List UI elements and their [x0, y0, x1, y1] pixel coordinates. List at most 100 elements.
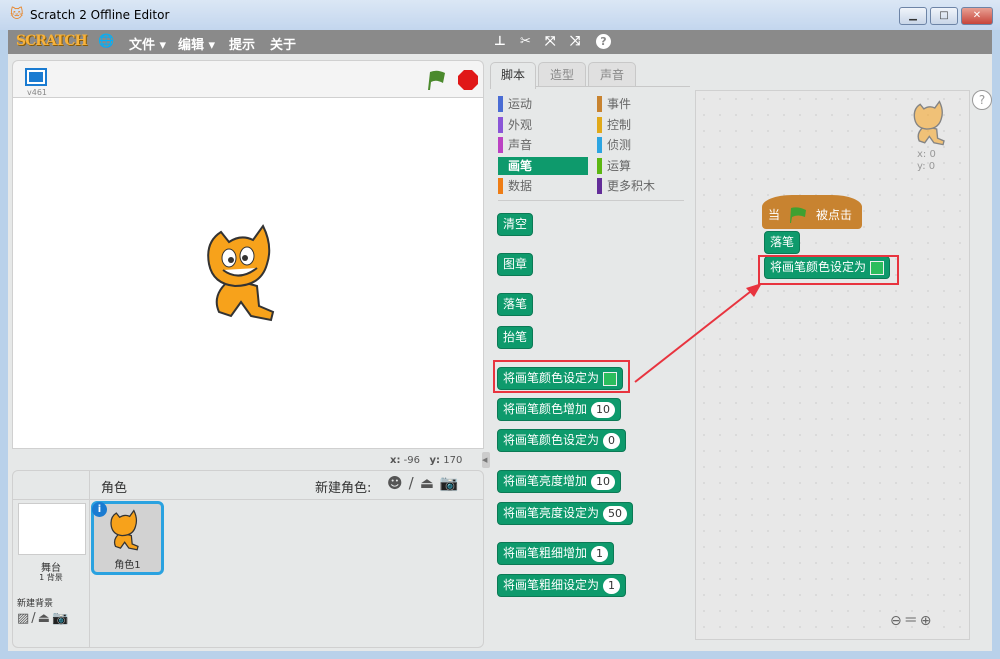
- tab-sounds[interactable]: 声音: [588, 62, 636, 88]
- palette-block[interactable]: 落笔: [497, 293, 534, 316]
- category-swatch: [597, 137, 602, 153]
- palette-block[interactable]: 将画笔粗细设定为 1: [497, 574, 627, 597]
- camera-sprite-icon[interactable]: 📷: [440, 474, 465, 492]
- script-pen-down-block[interactable]: 落笔: [764, 231, 801, 254]
- highlight-box-palette: [493, 360, 630, 393]
- menu-bar: SCRATCH 🌐 文件 ▾ 编辑 ▾ 提示 关于 ⊥ ✂ ⤧ ⤨ ?: [8, 30, 992, 54]
- green-flag-icon: [790, 207, 807, 223]
- category-swatch: [498, 157, 503, 174]
- new-sprite-icons: ☻/⏏📷: [387, 474, 465, 492]
- palette-block[interactable]: 将画笔颜色设定为 0: [497, 429, 627, 452]
- number-input[interactable]: 1: [591, 545, 609, 562]
- category-label: 控制: [607, 117, 632, 132]
- close-button[interactable]: ✕: [961, 7, 993, 25]
- window-title: Scratch 2 Offline Editor: [30, 8, 170, 22]
- number-input[interactable]: 50: [603, 505, 628, 522]
- palette-block[interactable]: 将画笔颜色增加 10: [497, 398, 622, 421]
- block-label: 落笔: [770, 235, 795, 249]
- sprite-x: x: 0: [917, 149, 936, 160]
- stage-canvas[interactable]: [12, 97, 484, 449]
- maximize-button[interactable]: □: [930, 7, 958, 25]
- category-swatch: [498, 116, 503, 133]
- palette-block[interactable]: 将画笔粗细增加 1: [497, 542, 615, 565]
- category-swatch: [498, 178, 503, 194]
- block-label: 将画笔颜色增加: [503, 402, 588, 416]
- palette-block[interactable]: 图章: [497, 253, 534, 276]
- grow-icon[interactable]: ⤧: [545, 34, 555, 49]
- category-1[interactable]: 事件: [597, 95, 687, 113]
- scratch-cat-icon: 🐱: [10, 7, 24, 22]
- paint-sprite-icon[interactable]: /: [409, 474, 420, 492]
- number-input[interactable]: 0: [603, 432, 621, 449]
- scratch-logo[interactable]: SCRATCH: [16, 33, 88, 49]
- choose-sprite-icon[interactable]: ☻: [387, 474, 409, 492]
- help-button[interactable]: ?: [972, 90, 992, 110]
- category-7[interactable]: 运算: [597, 157, 687, 175]
- green-flag-icon[interactable]: [425, 69, 447, 91]
- menu-edit[interactable]: 编辑 ▾: [178, 34, 215, 53]
- number-input[interactable]: 10: [591, 401, 616, 418]
- category-swatch: [597, 96, 602, 112]
- globe-icon[interactable]: 🌐: [98, 34, 114, 49]
- category-9[interactable]: 更多积木: [597, 177, 687, 195]
- new-sprite-label: 新建角色:: [315, 481, 372, 496]
- stop-icon[interactable]: [457, 69, 479, 91]
- mouse-coordinates: x: -96 y: 170: [390, 455, 462, 466]
- palette-block[interactable]: 将画笔亮度设定为 50: [497, 502, 634, 525]
- category-4[interactable]: 声音: [498, 136, 588, 154]
- help-icon[interactable]: ?: [596, 34, 611, 49]
- minimize-button[interactable]: ▁: [899, 7, 927, 25]
- block-label: 将画笔亮度设定为: [503, 506, 600, 520]
- block-label: 落笔: [503, 297, 528, 311]
- stage-thumbnail[interactable]: [18, 503, 86, 555]
- palette-block[interactable]: 抬笔: [497, 326, 534, 349]
- category-0[interactable]: 运动: [498, 95, 588, 113]
- category-label: 外观: [508, 117, 533, 132]
- block-label: 将画笔颜色设定为: [503, 433, 600, 447]
- x-value: -96: [403, 455, 420, 466]
- x-label: x:: [390, 455, 401, 466]
- version-label: v461: [27, 88, 48, 97]
- zoom-in-icon[interactable]: ⊕: [920, 613, 934, 629]
- zoom-out-icon[interactable]: ⊖: [890, 613, 904, 629]
- palette-block[interactable]: 将画笔亮度增加 10: [497, 470, 622, 493]
- tab-scripts[interactable]: 脚本: [490, 62, 536, 89]
- upload-backdrop-icon[interactable]: ⏏: [38, 611, 52, 626]
- info-icon[interactable]: i: [92, 502, 107, 517]
- category-label: 数据: [508, 179, 533, 193]
- category-3[interactable]: 控制: [597, 116, 687, 134]
- block-label: 清空: [503, 217, 528, 231]
- fullscreen-icon[interactable]: [25, 68, 47, 86]
- sprite-thumbnail[interactable]: i 角色1: [91, 501, 164, 575]
- number-input[interactable]: 1: [603, 577, 621, 594]
- category-label: 更多积木: [607, 179, 656, 193]
- menu-file[interactable]: 文件 ▾: [129, 34, 166, 53]
- tab-costumes[interactable]: 造型: [538, 62, 586, 88]
- sprite-name: 角色1: [114, 560, 141, 571]
- upload-sprite-icon[interactable]: ⏏: [420, 474, 440, 492]
- palette-block[interactable]: 清空: [497, 213, 534, 236]
- category-swatch: [597, 116, 602, 133]
- camera-backdrop-icon[interactable]: 📷: [52, 611, 70, 626]
- duplicate-stamp-icon[interactable]: ⊥: [494, 34, 506, 49]
- sprite-panel: 角色 新建角色: ☻/⏏📷 舞台 1 背景 新建背景 ▨/⏏📷 i 角色1: [12, 470, 484, 648]
- delete-scissors-icon[interactable]: ✂: [520, 34, 531, 49]
- palette-divider: [498, 200, 684, 201]
- choose-backdrop-icon[interactable]: ▨: [17, 611, 31, 626]
- when-flag-clicked-block[interactable]: 当 被点击: [762, 195, 862, 229]
- collapse-stage-handle[interactable]: ◀: [482, 452, 490, 468]
- category-5[interactable]: 侦测: [597, 136, 687, 154]
- shrink-icon[interactable]: ⤨: [570, 34, 580, 49]
- category-8[interactable]: 数据: [498, 177, 588, 195]
- sprite-thumbnail-cat: [110, 509, 139, 551]
- number-input[interactable]: 10: [591, 473, 616, 490]
- category-6[interactable]: 画笔: [498, 156, 588, 175]
- sprite-cat[interactable]: [201, 224, 297, 326]
- category-2[interactable]: 外观: [498, 116, 588, 134]
- menu-about[interactable]: 关于: [270, 34, 296, 53]
- highlight-box-script: [758, 255, 899, 285]
- menu-tips[interactable]: 提示: [229, 34, 255, 53]
- sprite-y: y: 0: [917, 161, 936, 172]
- category-swatch: [597, 157, 602, 174]
- zoom-reset-icon[interactable]: ＝: [904, 613, 920, 629]
